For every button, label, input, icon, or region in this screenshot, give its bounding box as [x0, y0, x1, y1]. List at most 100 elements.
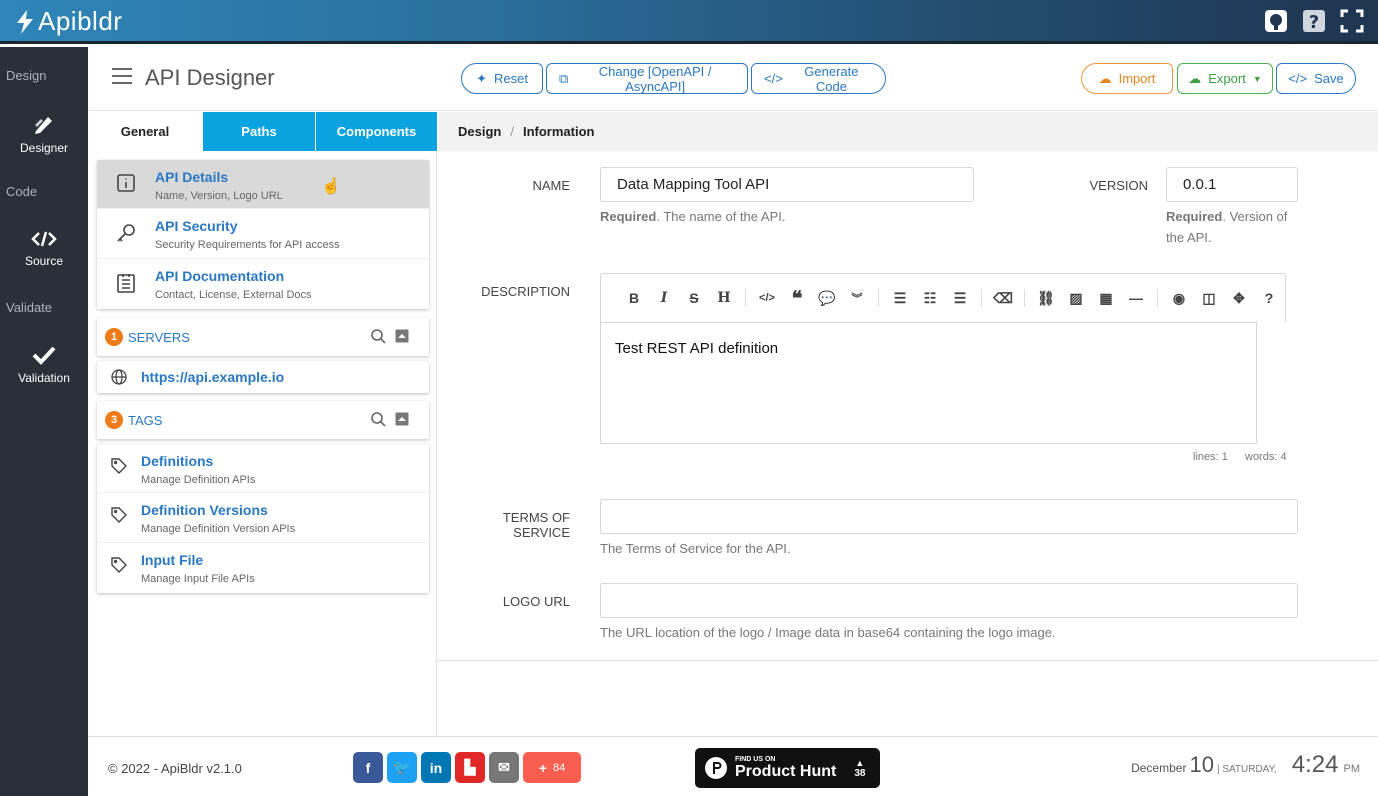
key-icon	[117, 224, 135, 242]
reset-button[interactable]: ✦ Reset	[461, 63, 543, 94]
tab-bar: General Paths Components	[88, 112, 437, 151]
checklist-icon[interactable]: ☰	[945, 288, 975, 308]
version-help-required: Required	[1166, 209, 1223, 224]
hamburger-menu-icon[interactable]	[112, 68, 132, 89]
collapse-icon[interactable]	[395, 412, 409, 426]
preview-eye-icon[interactable]: ◉	[1164, 288, 1194, 308]
save-button[interactable]: </> Save	[1276, 63, 1356, 94]
change-spec-button[interactable]: ⧉ Change [OpenAPI / AsyncAPI]	[546, 63, 748, 94]
question-circle-icon[interactable]: ?	[1254, 288, 1284, 308]
tag-item[interactable]: Input File Manage Input File APIs	[97, 543, 429, 593]
heading-icon[interactable]: H	[709, 288, 739, 308]
nav-item-designer[interactable]: Designer	[0, 113, 88, 155]
servers-count-badge: 1	[105, 328, 123, 346]
time: 4:24	[1291, 751, 1339, 778]
servers-title: SERVERS	[128, 329, 190, 345]
comments-icon[interactable]: 💬	[812, 288, 842, 308]
export-button[interactable]: ☁ Export ▼	[1177, 63, 1273, 94]
tag-subtitle: Manage Input File APIs	[141, 573, 255, 585]
date-time: December 10 | SATURDAY, 4:24 PM	[1131, 751, 1360, 779]
app-logo[interactable]: Apibldr	[14, 6, 122, 37]
github-icon[interactable]	[1264, 9, 1288, 33]
swap-box-icon: ⧉	[559, 70, 569, 86]
image-icon[interactable]: ▨	[1061, 288, 1091, 308]
help-icon[interactable]: ?	[1302, 9, 1326, 33]
code-icon[interactable]: </>	[752, 288, 782, 308]
nav-label-designer: Designer	[19, 141, 69, 155]
search-icon[interactable]	[371, 329, 386, 344]
fullscreen-icon[interactable]	[1340, 9, 1364, 33]
numbered-list-icon[interactable]: ☷	[915, 288, 945, 308]
server-item[interactable]: https://api.example.io	[97, 361, 429, 393]
document-list-icon	[117, 274, 135, 293]
editor-words-count: words: 4	[1245, 451, 1287, 463]
tag-item[interactable]: Definitions Manage Definition APIs	[97, 444, 429, 493]
checkmark-icon	[32, 346, 56, 365]
email-icon[interactable]: ✉	[489, 752, 519, 783]
svg-text:?: ?	[1309, 12, 1319, 33]
flipboard-icon[interactable]: ▙	[455, 752, 485, 783]
reset-label: Reset	[493, 71, 528, 86]
fullscreen-arrows-icon[interactable]: ✥	[1224, 288, 1254, 308]
twitter-icon[interactable]: 🐦	[387, 752, 417, 783]
editor-lines-count: lines: 1	[1193, 451, 1228, 463]
month: December	[1131, 761, 1187, 775]
name-input[interactable]: Data Mapping Tool API	[600, 167, 974, 202]
list-item-api-documentation[interactable]: API Documentation Contact, License, Exter…	[97, 259, 429, 309]
version-input[interactable]: 0.0.1	[1166, 167, 1298, 202]
linkedin-icon[interactable]: in	[421, 752, 451, 783]
item-title: API Security	[155, 218, 238, 234]
collapse-icon[interactable]	[395, 329, 409, 343]
link-icon[interactable]: ⛓	[1031, 288, 1061, 308]
tag-icon	[111, 458, 127, 474]
search-icon[interactable]	[371, 412, 386, 427]
nav-label-source: Source	[24, 254, 64, 268]
cloud-download-icon: ☁	[1188, 70, 1202, 86]
product-hunt-badge[interactable]: FIND US ON Product Hunt ▲ 38	[695, 748, 880, 788]
italic-icon[interactable]: I	[649, 288, 679, 308]
bold-icon[interactable]: B	[619, 288, 649, 308]
tag-item[interactable]: Definition Versions Manage Definition Ver…	[97, 493, 429, 543]
upvote-triangle-icon: ▲	[855, 757, 865, 768]
item-subtitle: Security Requirements for API access	[155, 239, 340, 251]
generate-code-button[interactable]: </> Generate Code	[751, 63, 886, 94]
tab-components[interactable]: Components	[315, 112, 437, 151]
tags-title: TAGS	[128, 412, 163, 428]
code-icon	[31, 231, 57, 247]
double-chevron-down-icon[interactable]: ︾	[842, 288, 872, 308]
tags-header: 3 TAGS	[97, 401, 429, 439]
ph-votes: 38	[854, 767, 866, 779]
tag-subtitle: Manage Definition APIs	[141, 474, 256, 486]
description-textarea[interactable]: Test REST API definition	[600, 322, 1257, 444]
horizontal-rule-icon[interactable]: —	[1121, 288, 1151, 308]
share-more-button[interactable]: +84	[523, 752, 581, 783]
quote-icon[interactable]: ❝	[782, 288, 812, 310]
tos-input[interactable]	[600, 499, 1298, 534]
list-item-api-security[interactable]: API Security Security Requirements for AP…	[97, 209, 429, 259]
strikethrough-icon[interactable]: S	[679, 288, 709, 308]
facebook-icon[interactable]: f	[353, 752, 383, 783]
nav-section-design: Design	[6, 68, 47, 83]
table-icon[interactable]: ▦	[1091, 288, 1121, 308]
save-label: Save	[1314, 71, 1344, 86]
breadcrumb-root[interactable]: Design	[458, 124, 501, 139]
tab-paths[interactable]: Paths	[202, 112, 315, 151]
nav-item-source[interactable]: Source	[0, 230, 88, 268]
eraser-icon[interactable]: ⌫	[988, 288, 1018, 308]
nav-item-validation[interactable]: Validation	[0, 345, 88, 385]
page-header: API Designer ✦ Reset ⧉ Change [OpenAPI / A…	[88, 47, 1378, 111]
caret-down-icon: ▼	[1252, 73, 1262, 84]
list-item-api-details[interactable]: API Details Name, Version, Logo URL ☝	[97, 160, 429, 209]
tag-title: Definition Versions	[141, 502, 268, 518]
side-by-side-icon[interactable]: ◫	[1194, 288, 1224, 308]
export-label: Export	[1208, 71, 1246, 86]
tab-general[interactable]: General	[88, 112, 202, 151]
left-nav: Design Designer Code Source Validate Val…	[0, 47, 88, 796]
logo-url-input[interactable]	[600, 583, 1298, 618]
import-button[interactable]: ☁ Import	[1081, 63, 1173, 94]
bullet-list-icon[interactable]: ☰	[885, 288, 915, 308]
logo-url-help: The URL location of the logo / Image dat…	[600, 625, 1056, 640]
content-area: Design / Information NAME Data Mapping T…	[438, 112, 1378, 661]
name-help-required: Required	[600, 209, 657, 224]
item-subtitle: Contact, License, External Docs	[155, 289, 312, 301]
